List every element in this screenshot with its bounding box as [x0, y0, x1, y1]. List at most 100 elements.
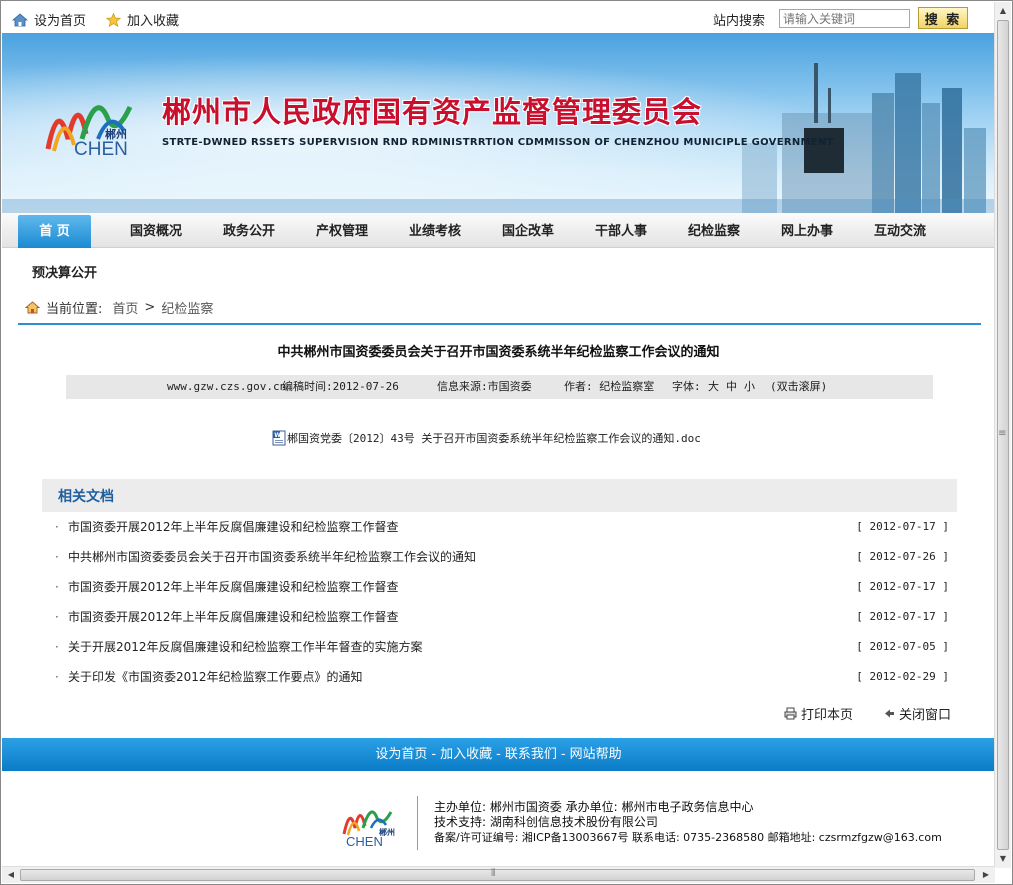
footer-links-bar: 设为首页 - 加入收藏 - 联系我们 - 网站帮助	[2, 738, 995, 771]
breadcrumb: 当前位置: 首页 > 纪检监察	[25, 298, 213, 317]
related-doc-title[interactable]: 市国资委开展2012年上半年反腐倡廉建设和纪检监察工作督查	[68, 512, 399, 542]
svg-text:W: W	[274, 432, 281, 439]
list-item[interactable]: · 关于印发《市国资委2012年纪检监察工作要点》的通知 [ 2012-02-2…	[51, 662, 949, 692]
scroll-left-arrow-icon[interactable]: ◀	[3, 867, 19, 883]
scroll-down-arrow-icon[interactable]: ▼	[995, 851, 1011, 867]
breadcrumb-label: 当前位置:	[46, 302, 103, 317]
attachment-link[interactable]: W 郴国资党委〔2012〕43号 关于召开市国资委系统半年纪检监察工作会议的通知…	[272, 430, 701, 446]
nav-tab-home[interactable]: 首 页	[18, 215, 91, 248]
set-home-link[interactable]: 设为首页	[12, 10, 86, 29]
main-nav: 首 页 国资概况 政务公开 产权管理 业绩考核 国企改革 干部人事 纪检监察 网…	[2, 213, 995, 248]
list-bullet: ·	[55, 640, 59, 654]
meta-author: 作者: 纪检监察室	[564, 380, 655, 393]
footer-logo-wordmark: CHEN	[346, 834, 383, 849]
footer-link-help[interactable]: 网站帮助	[570, 747, 622, 762]
site-subtitle: STRTE-DWNED RSSETS SUPERVISION RND RDMIN…	[162, 137, 834, 148]
font-size-medium[interactable]: 中	[726, 375, 737, 399]
browser-window: 设为首页 加入收藏 站内搜索 搜 索	[0, 0, 1013, 885]
footer-link-bookmark[interactable]: 加入收藏	[440, 747, 492, 762]
breadcrumb-current[interactable]: 纪检监察	[161, 298, 213, 317]
meta-source: 信息来源:市国资委	[437, 380, 532, 393]
footer-divider	[417, 796, 418, 850]
related-docs-header: 相关文档	[42, 479, 957, 512]
list-item[interactable]: · 市国资委开展2012年上半年反腐倡廉建设和纪检监察工作督查 [ 2012-0…	[51, 512, 949, 542]
related-doc-title[interactable]: 市国资委开展2012年上半年反腐倡廉建设和纪检监察工作督查	[68, 572, 399, 602]
footer-separator: -	[496, 747, 501, 762]
site-banner: 郴州 CHEN 郴州市人民政府国有资产监督管理委员会 STRTE-DWNED R…	[2, 33, 995, 213]
font-size-small[interactable]: 小	[744, 375, 755, 399]
related-doc-title[interactable]: 市国资委开展2012年上半年反腐倡廉建设和纪检监察工作督查	[68, 602, 399, 632]
related-doc-date: [ 2012-07-26 ]	[856, 550, 949, 563]
related-doc-title[interactable]: 关于开展2012年反腐倡廉建设和纪检监察工作半年督查的实施方案	[68, 632, 423, 662]
nav-tab-online-service[interactable]: 网上办事	[767, 213, 847, 248]
related-doc-date: [ 2012-07-17 ]	[856, 520, 949, 533]
footer-tech: 技术支持: 湖南科创信息技术股份有限公司	[434, 815, 658, 829]
house-icon	[25, 301, 40, 314]
list-bullet: ·	[55, 550, 59, 564]
nav-tab-performance[interactable]: 业绩考核	[395, 213, 475, 248]
logo-wordmark: CHEN	[74, 139, 128, 160]
nav-tab-reform[interactable]: 国企改革	[488, 213, 568, 248]
printer-icon	[784, 707, 797, 720]
star-icon	[106, 12, 121, 27]
meta-autoscroll: (双击滚屏)	[770, 380, 828, 393]
vertical-scrollbar[interactable]: ▲ ≡ ▼	[994, 2, 1011, 868]
list-bullet: ·	[55, 580, 59, 594]
footer-separator: -	[431, 747, 437, 762]
list-item[interactable]: · 市国资委开展2012年上半年反腐倡廉建设和纪检监察工作督查 [ 2012-0…	[51, 572, 949, 602]
nav-tab-interaction[interactable]: 互动交流	[860, 213, 940, 248]
footer-host: 主办单位: 郴州市国资委 承办单位: 郴州市电子政务信息中心	[434, 800, 754, 814]
related-doc-title[interactable]: 中共郴州市国资委委员会关于召开市国资委系统半年纪检监察工作会议的通知	[68, 542, 476, 572]
scroll-grip-icon: ⦀	[491, 868, 496, 879]
nav-tab-gov-affairs[interactable]: 政务公开	[209, 213, 289, 248]
bookmark-link[interactable]: 加入收藏	[106, 10, 179, 29]
scroll-grip-icon: ≡	[998, 428, 1007, 439]
print-label: 打印本页	[801, 708, 854, 723]
set-home-label: 设为首页	[34, 14, 87, 29]
breadcrumb-divider	[18, 323, 981, 325]
nav-tab-personnel[interactable]: 干部人事	[581, 213, 661, 248]
footer-info: 主办单位: 郴州市国资委 承办单位: 郴州市电子政务信息中心 技术支持: 湖南科…	[434, 800, 942, 845]
list-bullet: ·	[55, 520, 59, 534]
list-bullet: ·	[55, 610, 59, 624]
list-item[interactable]: · 中共郴州市国资委委员会关于召开市国资委系统半年纪检监察工作会议的通知 [ 2…	[51, 542, 949, 572]
horizontal-scrollbar[interactable]: ◀ ⦀ ▶	[2, 866, 995, 883]
list-bullet: ·	[55, 670, 59, 684]
footer-link-set-home[interactable]: 设为首页	[375, 747, 427, 762]
print-page-button[interactable]: 打印本页	[784, 704, 853, 723]
related-doc-date: [ 2012-07-05 ]	[856, 640, 949, 653]
footer-separator: -	[560, 747, 566, 762]
list-item[interactable]: · 市国资委开展2012年上半年反腐倡廉建设和纪检监察工作督查 [ 2012-0…	[51, 602, 949, 632]
footer-link-contact[interactable]: 联系我们	[505, 747, 557, 762]
meta-site: www.gzw.czs.gov.cn	[167, 380, 287, 393]
close-label: 关闭窗口	[899, 708, 952, 723]
close-window-button[interactable]: 关闭窗口	[884, 704, 951, 723]
search-input[interactable]	[779, 9, 910, 28]
nav-tab-discipline[interactable]: 纪检监察	[674, 213, 754, 248]
font-size-large[interactable]: 大	[708, 375, 719, 399]
search-label: 站内搜索	[713, 14, 766, 29]
bookmark-label: 加入收藏	[127, 14, 180, 29]
related-docs-heading: 相关文档	[58, 489, 114, 505]
meta-font-label: 字体:	[672, 380, 701, 393]
scroll-right-arrow-icon[interactable]: ▶	[978, 867, 994, 883]
house-icon	[12, 12, 28, 27]
nav-tab-property[interactable]: 产权管理	[302, 213, 382, 248]
search-button[interactable]: 搜 索	[918, 7, 968, 29]
breadcrumb-separator: >	[144, 300, 156, 315]
top-bar: 设为首页 加入收藏 站内搜索 搜 索	[2, 2, 995, 33]
arrow-left-icon	[884, 708, 895, 719]
breadcrumb-home-link[interactable]: 首页	[112, 298, 138, 317]
related-doc-date: [ 2012-07-17 ]	[856, 580, 949, 593]
horizontal-scroll-thumb[interactable]	[20, 869, 975, 881]
word-document-icon: W	[272, 430, 286, 446]
scroll-up-arrow-icon[interactable]: ▲	[995, 3, 1011, 19]
related-doc-title[interactable]: 关于印发《市国资委2012年纪检监察工作要点》的通知	[68, 662, 363, 692]
footer-icp: 备案/许可证编号: 湘ICP备13003667号 联系电话: 0735-2368…	[434, 831, 942, 844]
subnav-budget-disclosure[interactable]: 预决算公开	[32, 262, 97, 281]
related-doc-date: [ 2012-07-17 ]	[856, 610, 949, 623]
list-item[interactable]: · 关于开展2012年反腐倡廉建设和纪检监察工作半年督查的实施方案 [ 2012…	[51, 632, 949, 662]
nav-tab-overview[interactable]: 国资概况	[116, 213, 196, 248]
attachment-filename: 郴国资党委〔2012〕43号 关于召开市国资委系统半年纪检监察工作会议的通知.d…	[287, 432, 701, 445]
related-docs-list: · 市国资委开展2012年上半年反腐倡廉建设和纪检监察工作督查 [ 2012-0…	[51, 512, 949, 692]
